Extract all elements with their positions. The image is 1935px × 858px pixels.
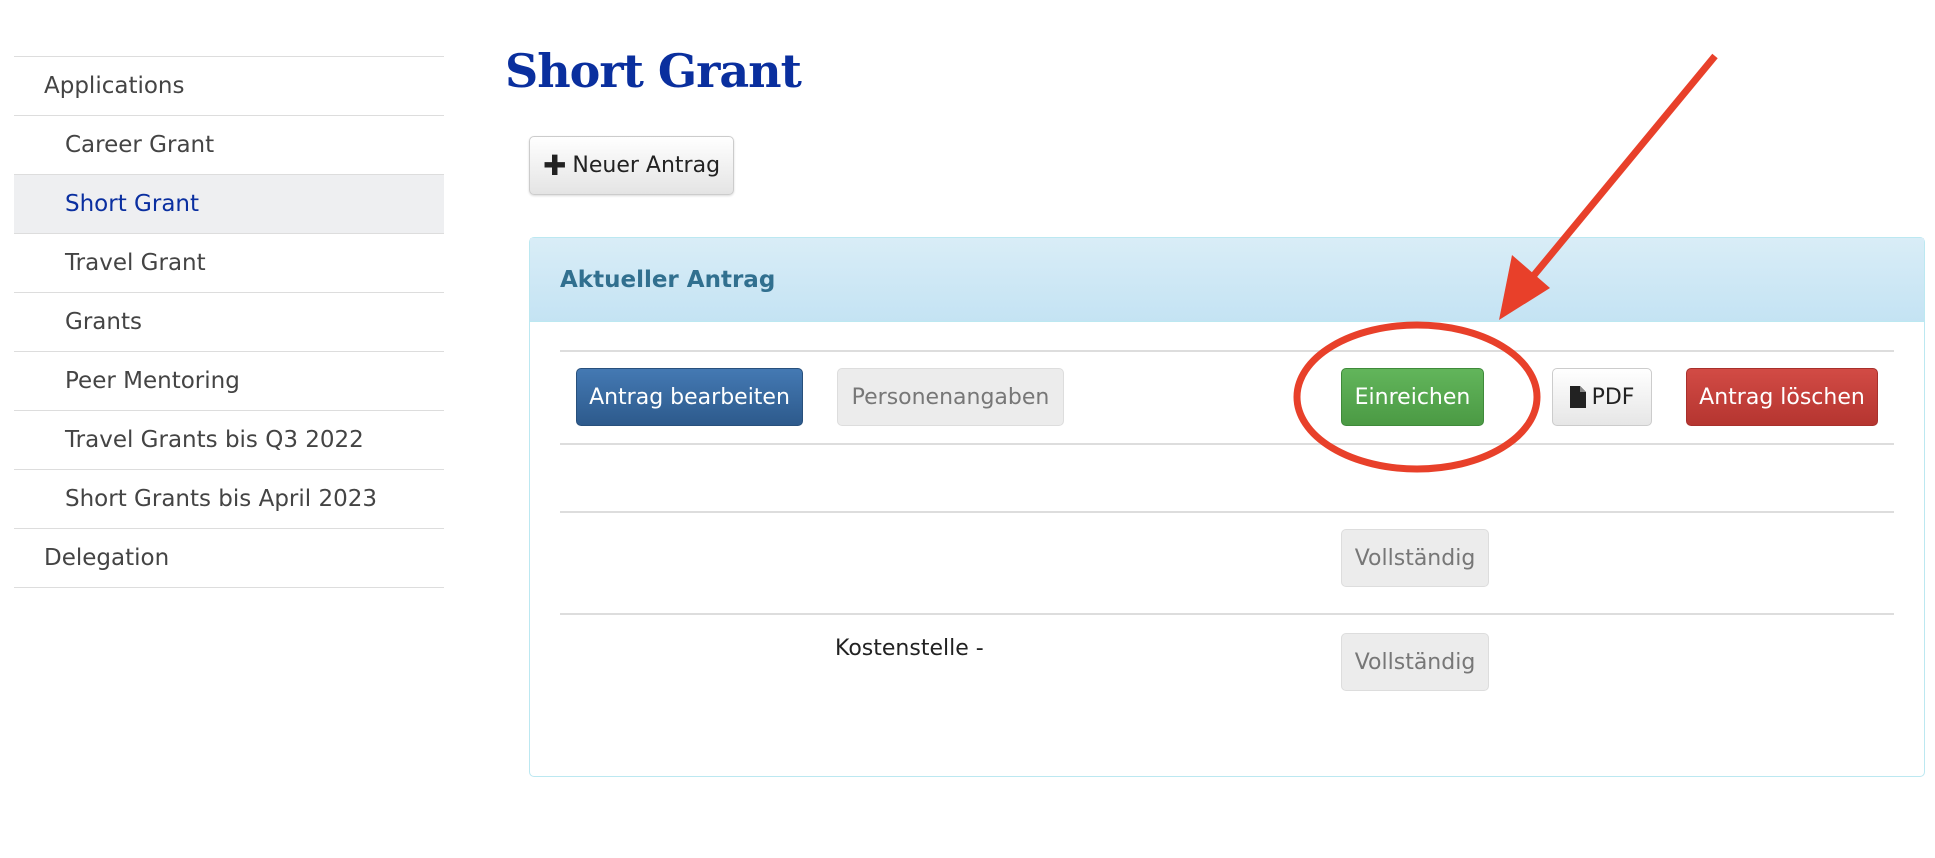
annotation-overlay xyxy=(1293,53,1718,473)
annotation-arrow xyxy=(1527,53,1718,283)
highlight-circle xyxy=(1293,321,1541,473)
